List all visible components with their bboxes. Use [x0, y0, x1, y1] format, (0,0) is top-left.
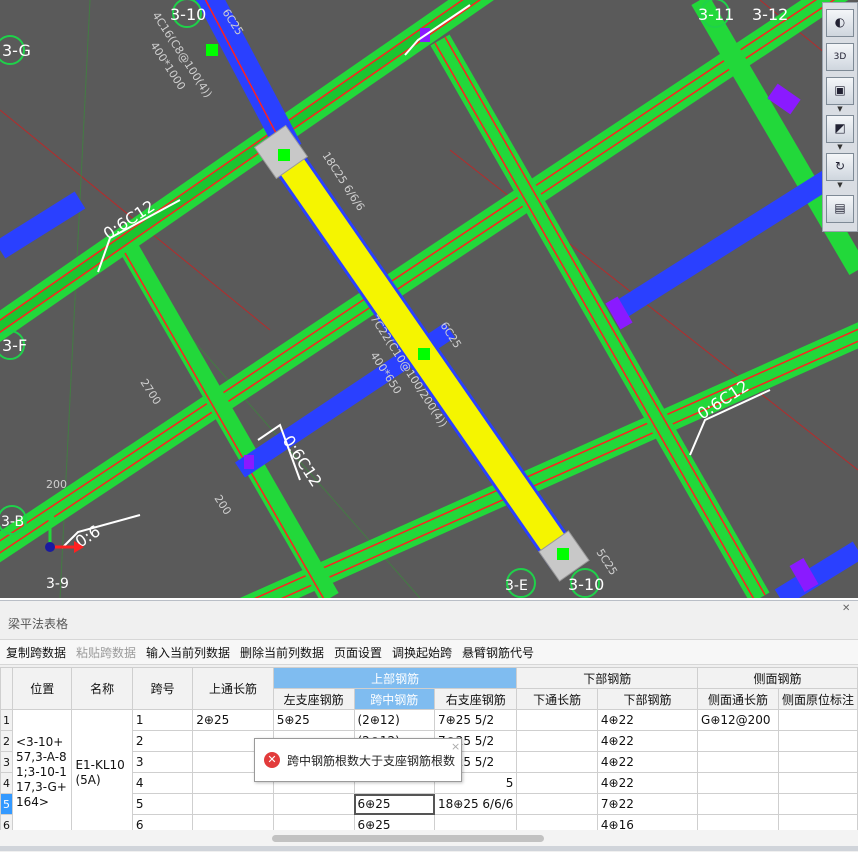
cell-mid-span[interactable]: 6⊕25 [353, 793, 435, 815]
horizontal-scrollbar[interactable] [0, 830, 858, 846]
column-header-left-support[interactable]: 左支座钢筋 [272, 688, 355, 710]
row-number[interactable]: 4 [0, 772, 13, 794]
axis-label: 3-B [1, 514, 24, 530]
3d-view-icon[interactable]: 3D [826, 43, 854, 71]
column-header-mid-span[interactable]: 跨中钢筋 [353, 688, 435, 710]
grip-point[interactable] [557, 548, 569, 560]
error-tooltip: ✕ 跨中钢筋根数大于支座钢筋根数 × [254, 738, 462, 782]
cell-side-through[interactable] [697, 751, 779, 773]
cell-mid-span[interactable]: (2⊕12) [353, 709, 435, 731]
cell-side-through[interactable]: G⊕12@200 [697, 709, 779, 731]
cell-name[interactable]: E1-KL10(5A) [71, 709, 133, 836]
column-header-bottom-rebar[interactable]: 下部钢筋 [596, 688, 699, 710]
row-number[interactable]: 5 [0, 793, 13, 815]
axis-label: 3-10 [568, 575, 604, 594]
cell-bottom-rebar[interactable]: 4⊕22 [596, 772, 699, 794]
cell-side-in-situ[interactable] [777, 772, 858, 794]
cad-drawing-canvas[interactable]: 3-10 3-11 3-12 3-G 3-F 3-10 3-B 3-E 3-9 … [0, 0, 858, 598]
view-toolbar: ◐ 3D ▣ ▼ ◩ ▼ ↻ ▼ ▤ [822, 2, 858, 232]
cell-bottom-through[interactable] [516, 730, 598, 752]
cell-span[interactable]: 1 [131, 709, 194, 731]
close-icon[interactable]: × [451, 740, 460, 753]
cell-left-support[interactable] [272, 793, 355, 815]
column-header-name: 名称 [71, 667, 133, 710]
cell-side-in-situ[interactable] [777, 751, 858, 773]
cell-bottom-through[interactable] [516, 709, 598, 731]
close-icon[interactable]: ✕ [842, 603, 850, 614]
cantilever-code-button[interactable]: 悬臂钢筋代号 [462, 644, 534, 661]
column-header-side-in-situ[interactable]: 侧面原位标注 [777, 688, 858, 710]
group-header-top-rebar: 上部钢筋 [272, 667, 518, 689]
group-header-bottom-rebar: 下部钢筋 [516, 667, 699, 689]
column-header-top-through: 上通长筋 [192, 667, 274, 710]
cell-side-through[interactable] [697, 772, 779, 794]
error-icon: ✕ [264, 752, 280, 768]
column-header-side-through[interactable]: 侧面通长筋 [697, 688, 779, 710]
cell-side-through[interactable] [697, 793, 779, 815]
axis-label: 3-E [505, 578, 528, 594]
axis-label: 3-9 [46, 576, 69, 592]
cell-right-support[interactable]: 7⊕25 5/2 [433, 709, 518, 731]
row-number[interactable]: 1 [0, 709, 13, 731]
tooltip-message: 跨中钢筋根数大于支座钢筋根数 [287, 754, 456, 768]
paste-span-button[interactable]: 粘贴跨数据 [76, 644, 136, 661]
axis-label: 3-G [2, 41, 31, 60]
row-header-corner [0, 667, 13, 710]
rotate-icon[interactable]: ↻ [826, 153, 854, 181]
cell-side-in-situ[interactable] [777, 709, 858, 731]
grip-point[interactable] [278, 149, 290, 161]
cell-bottom-through[interactable] [516, 751, 598, 773]
cell-side-in-situ[interactable] [777, 730, 858, 752]
cube-view-icon[interactable]: ▣ [826, 77, 854, 105]
cell-position[interactable]: <3-10+57,3-A-81;3-10-117,3-G+164> [11, 709, 73, 836]
cell-bottom-rebar[interactable]: 4⊕22 [596, 730, 699, 752]
cell-span[interactable]: 5 [131, 793, 194, 815]
input-column-button[interactable]: 输入当前列数据 [146, 644, 230, 661]
grip-point[interactable] [418, 348, 430, 360]
cell-span[interactable]: 3 [131, 751, 194, 773]
panel-toolbar: 复制跨数据 粘贴跨数据 输入当前列数据 删除当前列数据 页面设置 调换起始跨 悬… [0, 639, 858, 665]
cell-side-through[interactable] [697, 730, 779, 752]
cell-span[interactable]: 2 [131, 730, 194, 752]
scrollbar-thumb[interactable] [272, 835, 544, 842]
row-number[interactable]: 3 [0, 751, 13, 773]
column-header-span: 跨号 [131, 667, 194, 710]
cell-span[interactable]: 4 [131, 772, 194, 794]
table-row: 1 <3-10+57,3-A-81;3-10-117,3-G+164> E1-K… [0, 709, 858, 836]
axis-label: 3-F [2, 336, 27, 355]
row-number[interactable]: 2 [0, 730, 13, 752]
cell-right-support[interactable]: 18⊕25 6/6/6 [433, 793, 518, 815]
cell-bottom-through[interactable] [516, 772, 598, 794]
copy-span-button[interactable]: 复制跨数据 [6, 644, 66, 661]
group-header-side-rebar: 侧面钢筋 [697, 667, 858, 689]
swap-start-span-button[interactable]: 调换起始跨 [392, 644, 452, 661]
panel-title: 梁平法表格 [8, 617, 69, 631]
cell-bottom-rebar[interactable]: 4⊕22 [596, 751, 699, 773]
axis-label: 3-11 [698, 5, 734, 24]
axis-label: 3-10 [170, 5, 206, 24]
column-header-right-support[interactable]: 右支座钢筋 [433, 688, 518, 710]
cell-top-through[interactable]: 2⊕25 [192, 709, 274, 731]
column-header-bottom-through[interactable]: 下通长筋 [516, 688, 598, 710]
cell-left-support[interactable]: 5⊕25 [272, 709, 355, 731]
cell-top-through[interactable] [192, 793, 274, 815]
cell-bottom-rebar[interactable]: 7⊕22 [596, 793, 699, 815]
chevron-down-icon[interactable]: ▼ [835, 181, 845, 189]
chevron-down-icon[interactable]: ▼ [835, 143, 845, 151]
cell-bottom-rebar[interactable]: 4⊕22 [596, 709, 699, 731]
cell-bottom-through[interactable] [516, 793, 598, 815]
column-header-position: 位置 [11, 667, 73, 710]
status-bar [0, 846, 858, 851]
dimension-label: 200 [46, 478, 67, 491]
chevron-down-icon[interactable]: ▼ [835, 105, 845, 113]
layers-icon[interactable]: ▤ [826, 195, 854, 223]
grip-point[interactable] [206, 44, 218, 56]
cell-side-in-situ[interactable] [777, 793, 858, 815]
page-setup-button[interactable]: 页面设置 [334, 644, 382, 661]
axis-label: 3-12 [752, 5, 788, 24]
cube-front-icon[interactable]: ◩ [826, 115, 854, 143]
delete-column-button[interactable]: 删除当前列数据 [240, 644, 324, 661]
orbit-icon[interactable]: ◐ [826, 9, 854, 37]
